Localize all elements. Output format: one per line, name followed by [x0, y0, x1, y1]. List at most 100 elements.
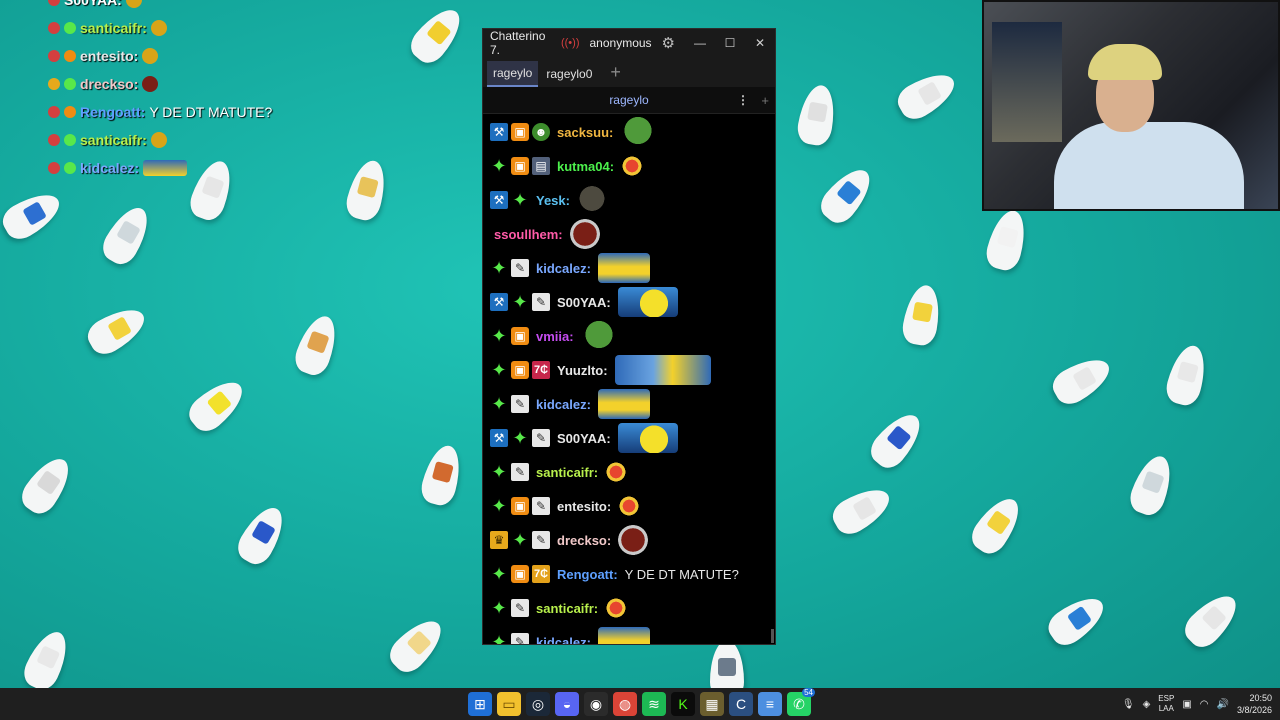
chat-username[interactable]: santicaifr:: [536, 465, 598, 480]
language-indicator[interactable]: ESP LAA: [1158, 694, 1174, 714]
seventv-badge-icon[interactable]: 7₵: [532, 565, 550, 583]
chat-username[interactable]: S00YAA:: [557, 431, 611, 446]
wifi-icon[interactable]: ◠: [1200, 699, 1209, 710]
display-icon[interactable]: ▣: [1182, 699, 1191, 710]
subscriber-badge-icon[interactable]: ✦: [490, 326, 508, 346]
cat-emote-image[interactable]: [576, 185, 607, 215]
chat-username[interactable]: drecksо:: [557, 533, 611, 548]
minion-emote-image[interactable]: [597, 627, 650, 644]
chat-username[interactable]: sacksuu:: [557, 125, 613, 140]
cookie-emote-image[interactable]: [618, 525, 649, 555]
scrollbar[interactable]: [771, 629, 774, 643]
vip-badge-icon[interactable]: ✎: [511, 259, 529, 277]
chat-username[interactable]: kidcalez:: [536, 397, 591, 412]
subscriber-badge-icon[interactable]: ✦: [490, 156, 508, 176]
vip-badge-icon[interactable]: ✎: [532, 293, 550, 311]
network-icon[interactable]: ◈: [1143, 699, 1151, 710]
chatterino-window[interactable]: Chatterino 7. ((•)) anonymous ⚙ — ☐ ✕ ra…: [482, 28, 776, 645]
game-icon[interactable]: ▦: [700, 692, 724, 716]
tab-rageylo0[interactable]: rageylo0: [540, 61, 598, 87]
chat-username[interactable]: Yesk:: [536, 193, 570, 208]
chat-username[interactable]: Yuuzlto:: [557, 363, 608, 378]
subscriber-badge-icon[interactable]: ✦: [511, 190, 529, 210]
add-split-button[interactable]: +: [761, 93, 769, 108]
split-menu-icon[interactable]: ⋮: [737, 93, 749, 107]
vip-badge-icon[interactable]: ✎: [511, 463, 529, 481]
steam-icon[interactable]: ◎: [526, 692, 550, 716]
add-tab-button[interactable]: +: [600, 62, 631, 87]
notepad-icon[interactable]: ≡: [758, 692, 782, 716]
whatsapp-icon[interactable]: ✆ 54: [787, 688, 815, 716]
vip-badge-icon[interactable]: ✎: [511, 599, 529, 617]
subscriber-badge-icon[interactable]: ✦: [511, 292, 529, 312]
chat-message[interactable]: ✦ ▣ ✎ entesito:: [483, 489, 773, 523]
chat-username[interactable]: ssoullhem:: [494, 227, 563, 242]
subscriber-badge-icon[interactable]: ✦: [490, 564, 508, 584]
vip-badge-icon[interactable]: ✎: [511, 633, 529, 644]
split-header[interactable]: rageylo ⋮ +: [483, 87, 775, 114]
moderator-badge-icon[interactable]: ⚒: [490, 123, 508, 141]
discord-icon[interactable]: ◒: [555, 692, 579, 716]
chat-username[interactable]: kidcalez:: [536, 635, 591, 645]
chat-message[interactable]: ✦ ▣ vmiia:: [483, 319, 773, 353]
vip-badge-icon[interactable]: ✎: [532, 497, 550, 515]
gear-icon[interactable]: ⚙: [662, 34, 675, 52]
subscriber-badge-icon[interactable]: ✦: [511, 428, 529, 448]
windows-start-icon[interactable]: ⊞: [468, 692, 492, 716]
chat-username[interactable]: santicaifr:: [536, 601, 598, 616]
chat-username[interactable]: vmiia:: [536, 329, 574, 344]
chat-message[interactable]: ✦ ✎ kidcalez:: [483, 625, 773, 644]
chat-message[interactable]: ✦ ✎ kidcalez:: [483, 251, 773, 285]
moderator-badge-icon[interactable]: ⚒: [490, 191, 508, 209]
gift-badge-icon[interactable]: ▣: [511, 361, 529, 379]
vip-badge-icon[interactable]: ✎: [532, 531, 550, 549]
chat-message[interactable]: ⚒ ✦ ✎ S00YAA:: [483, 421, 773, 455]
pepe-emote-image[interactable]: [580, 321, 617, 351]
close-button[interactable]: ✕: [745, 36, 775, 50]
chat-message[interactable]: ssoullhem:: [483, 217, 773, 251]
subscriber-badge-icon[interactable]: ✦: [490, 360, 508, 380]
gift-badge-icon[interactable]: ▣: [511, 327, 529, 345]
chat-username[interactable]: kutma04:: [557, 159, 614, 174]
chat-message[interactable]: ⚒ ✦ Yesk:: [483, 183, 773, 217]
chat-message[interactable]: ✦ ✎ santicaifr:: [483, 455, 773, 489]
clock[interactable]: 20:50 3/8/2026: [1237, 692, 1272, 716]
tab-rageylo[interactable]: rageylo: [487, 61, 539, 87]
small-emote-image[interactable]: [605, 597, 628, 619]
chat-username[interactable]: entesito:: [557, 499, 611, 514]
message-list[interactable]: ⚒ ▣ ☻ sacksuu: ✦ ▣ ▤ kutma04: ⚒ ✦ Yesk: ssoullhem: ✦…: [483, 115, 773, 644]
subscriber-badge-icon[interactable]: ✦: [490, 632, 508, 645]
maximize-button[interactable]: ☐: [715, 36, 745, 50]
chat-message[interactable]: ✦ ✎ kidcalez:: [483, 387, 773, 421]
pepe-emote-image[interactable]: [620, 117, 657, 147]
volume-icon[interactable]: 🔊: [1217, 699, 1229, 710]
microphone-icon[interactable]: 🎙: [1122, 699, 1135, 710]
subscriber-badge-icon[interactable]: ✦: [490, 394, 508, 414]
duck-emote-image[interactable]: [617, 287, 678, 317]
image-badge-icon[interactable]: ▤: [532, 157, 550, 175]
seventv-badge-icon[interactable]: 7₵: [532, 361, 550, 379]
vip-badge-icon[interactable]: ✎: [532, 429, 550, 447]
duck-emote-image[interactable]: [617, 423, 678, 453]
vip-badge-icon[interactable]: ✎: [511, 395, 529, 413]
account-name[interactable]: anonymous: [590, 36, 652, 50]
gift-badge-icon[interactable]: ▣: [511, 497, 529, 515]
wide-emote-image[interactable]: [614, 355, 711, 385]
chat-message[interactable]: ✦ ▣ ▤ kutma04:: [483, 149, 773, 183]
obs-icon[interactable]: ◉: [584, 692, 608, 716]
chat-message[interactable]: ⚒ ▣ ☻ sacksuu:: [483, 115, 773, 149]
chat-message[interactable]: ♛ ✦ ✎ drecksо:: [483, 523, 773, 557]
cookie-emote-image[interactable]: [569, 219, 600, 249]
chatterino-icon[interactable]: C: [729, 692, 753, 716]
minion-emote-image[interactable]: [597, 389, 650, 419]
frog-badge-icon[interactable]: ☻: [532, 123, 550, 141]
spotify-icon[interactable]: ≋: [642, 692, 666, 716]
subscriber-badge-icon[interactable]: ✦: [490, 258, 508, 278]
gift-badge-icon[interactable]: ▣: [511, 157, 529, 175]
small-emote-image[interactable]: [605, 461, 628, 483]
gift-badge-icon[interactable]: ▣: [511, 123, 529, 141]
file-explorer-icon[interactable]: ▭: [497, 692, 521, 716]
minimize-button[interactable]: —: [685, 36, 715, 50]
chat-message[interactable]: ✦ ▣ 7₵ Rengoatt: Y DE DT MATUTE?: [483, 557, 773, 591]
subscriber-badge-icon[interactable]: ✦: [511, 530, 529, 550]
